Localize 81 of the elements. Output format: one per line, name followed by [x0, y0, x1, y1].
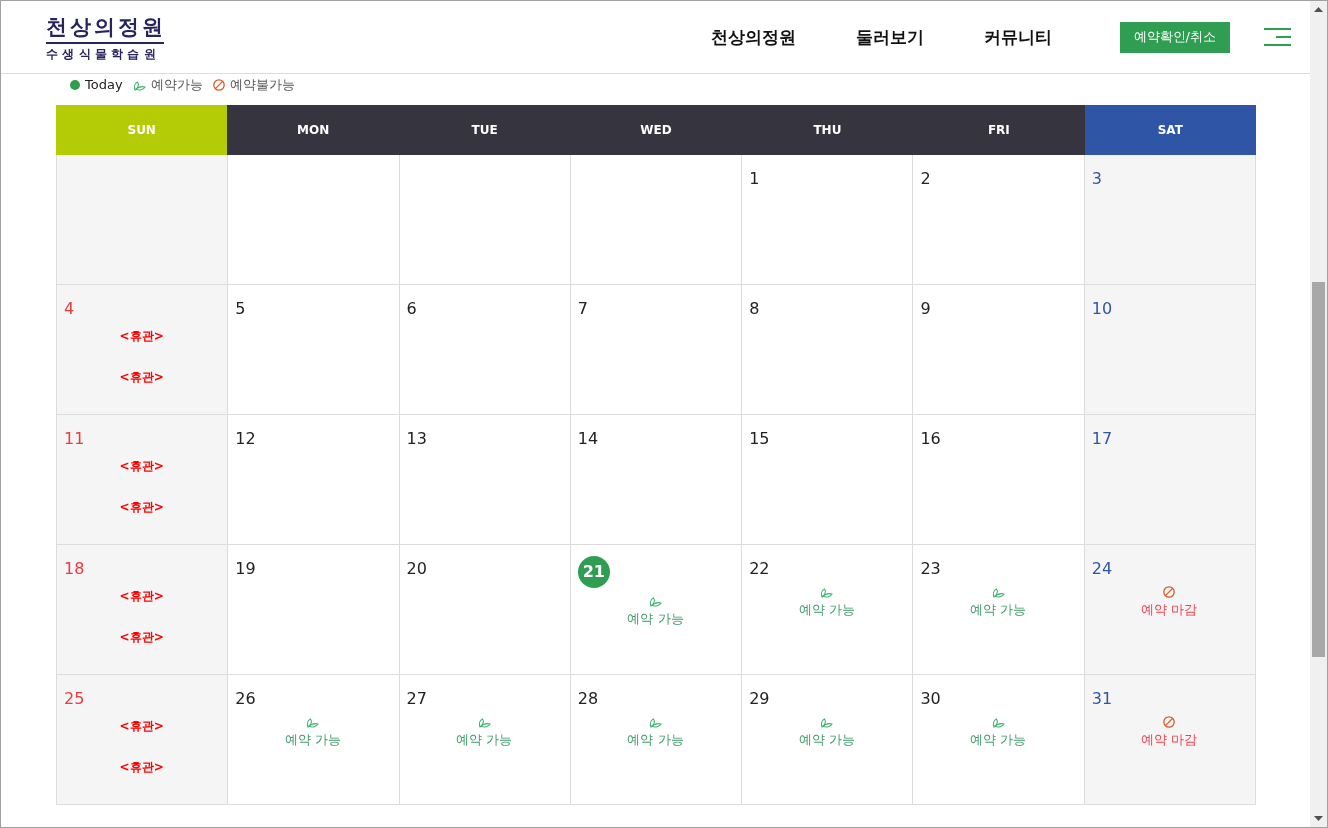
no-entry-icon [1163, 586, 1176, 598]
date-number[interactable]: 16 [920, 429, 941, 449]
menu-icon[interactable] [1264, 28, 1291, 46]
date-number[interactable]: 30 [920, 689, 941, 709]
date-number[interactable]: 13 [406, 429, 427, 449]
closed-label: <휴관> [119, 629, 164, 646]
sprout-icon [132, 79, 146, 91]
closed-label: <휴관> [119, 369, 164, 386]
today-dot-icon [70, 80, 80, 90]
weekday-header: THU [741, 105, 914, 155]
sprout-icon [649, 716, 662, 728]
date-number[interactable]: 19 [235, 559, 256, 579]
date-number[interactable]: 26 [235, 689, 256, 709]
logo-subtitle: 수생식물학습원 [46, 47, 161, 62]
no-entry-icon [1163, 716, 1176, 728]
date-number[interactable]: 20 [406, 559, 427, 579]
date-number[interactable]: 24 [1091, 559, 1113, 579]
closed-label: <휴관> [119, 718, 164, 735]
scrollbar[interactable] [1310, 1, 1327, 827]
date-number[interactable]: 8 [749, 299, 760, 319]
date-number[interactable]: 31 [1091, 689, 1113, 709]
nav-link[interactable]: 둘러보기 [855, 25, 924, 49]
status-label[interactable]: 예약 가능 [798, 601, 855, 619]
status-label: 예약 마감 [1141, 601, 1198, 619]
nav-link[interactable]: 커뮤니티 [983, 25, 1052, 49]
status-label[interactable]: 예약 가능 [798, 731, 855, 749]
sprout-icon [649, 595, 662, 607]
date-number[interactable]: 15 [749, 429, 770, 449]
date-number[interactable]: 18 [64, 559, 85, 579]
closed-label: <휴관> [119, 759, 164, 776]
date-number[interactable]: 9 [920, 299, 931, 319]
status-label: 예약 마감 [1141, 731, 1198, 749]
date-number[interactable]: 6 [406, 299, 417, 319]
nav-link[interactable]: 천상의정원 [710, 25, 796, 49]
date-number[interactable]: 12 [235, 429, 256, 449]
weekday-header: SUN [56, 105, 228, 155]
date-number[interactable]: 27 [406, 689, 427, 709]
date-number[interactable]: 28 [577, 689, 599, 709]
status-label[interactable]: 예약 가능 [456, 731, 513, 749]
date-number[interactable]: 4 [64, 299, 75, 319]
legend-label: 예약가능 [150, 76, 203, 94]
weekday-header: MON [227, 105, 399, 155]
closed-label: <휴관> [119, 458, 164, 475]
date-number[interactable]: 23 [920, 559, 941, 579]
weekday-header: WED [570, 105, 742, 155]
weekday-header: TUE [398, 105, 571, 155]
date-number[interactable]: 1 [749, 169, 760, 189]
date-number[interactable]: 25 [64, 689, 85, 709]
date-number[interactable]: 29 [749, 689, 770, 709]
sprout-icon [820, 586, 834, 598]
date-number[interactable]: 2 [920, 169, 931, 189]
weekday-header: SAT [1084, 105, 1256, 155]
date-number[interactable]: 5 [235, 299, 246, 319]
weekday-header: FRI [913, 105, 1085, 155]
status-label[interactable]: 예약 가능 [970, 601, 1027, 619]
closed-label: <휴관> [119, 499, 164, 516]
date-number[interactable]: 14 [577, 429, 599, 449]
date-number[interactable]: 7 [577, 299, 589, 319]
closed-label: <휴관> [119, 328, 164, 345]
date-number[interactable]: 22 [749, 559, 770, 579]
date-number[interactable]: 11 [64, 429, 85, 449]
scroll-down-arrow-icon[interactable] [1314, 816, 1323, 821]
sprout-icon [477, 716, 491, 728]
legend-label: 예약불가능 [229, 76, 295, 94]
sprout-icon [991, 716, 1005, 728]
no-entry-icon [212, 79, 225, 91]
logo-title[interactable]: 천상의정원 [46, 14, 166, 40]
scroll-up-arrow-icon[interactable] [1314, 7, 1323, 12]
status-label[interactable]: 예약 가능 [970, 731, 1027, 749]
sprout-icon [991, 586, 1005, 598]
legend-label: Today [85, 76, 123, 94]
sprout-icon [820, 716, 834, 728]
status-label[interactable]: 예약 가능 [284, 731, 341, 749]
status-label[interactable]: 예약 가능 [627, 610, 684, 628]
date-number[interactable]: 3 [1091, 169, 1102, 189]
closed-label: <휴관> [119, 588, 164, 605]
sprout-icon [306, 716, 320, 728]
date-number[interactable]: 10 [1091, 299, 1113, 319]
date-number[interactable]: 17 [1091, 429, 1113, 449]
scrollbar-thumb[interactable] [1312, 282, 1325, 657]
status-label[interactable]: 예약 가능 [627, 731, 684, 749]
